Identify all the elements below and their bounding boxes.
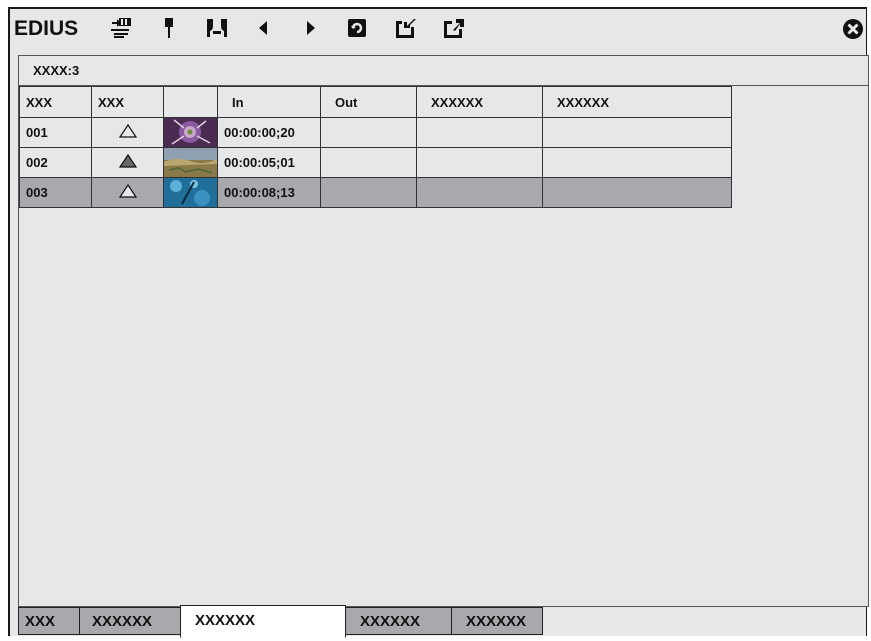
tab-3-active[interactable]: XXXXXX xyxy=(180,605,346,638)
header-row: XXX XXX In Out XXXXXX XXXXXX xyxy=(19,86,732,118)
cell-col5 xyxy=(416,177,543,208)
app-title: EDIUS xyxy=(14,17,79,40)
column-header-out[interactable]: Out xyxy=(320,86,417,118)
row-number: 003 xyxy=(19,177,92,208)
next-marker-icon[interactable] xyxy=(298,15,324,41)
tab-4[interactable]: XXXXXX xyxy=(345,607,452,635)
column-header-number[interactable]: XXX xyxy=(19,86,92,118)
table-row[interactable]: 002 00:00:05;01 xyxy=(19,147,732,178)
out-timecode xyxy=(320,117,417,148)
clip-table: XXX XXX In Out XXXXXX XXXXXX 001 00:00:0… xyxy=(19,86,732,208)
thumbnail xyxy=(163,117,218,148)
import-list-icon[interactable] xyxy=(392,15,418,41)
status-icon xyxy=(91,117,164,148)
previous-marker-icon[interactable] xyxy=(250,15,276,41)
column-header-col6[interactable]: XXXXXX xyxy=(542,86,732,118)
column-header-thumbnail[interactable] xyxy=(163,86,218,118)
thumbnail xyxy=(163,147,218,178)
table-row[interactable]: 001 00:00:00;20 xyxy=(19,117,732,148)
link-markers-icon[interactable] xyxy=(204,15,230,41)
clip-list-grid: XXX XXX In Out XXXXXX XXXXXX 001 00:00:0… xyxy=(18,86,869,607)
row-number: 002 xyxy=(19,147,92,178)
column-header-status[interactable]: XXX xyxy=(91,86,164,118)
column-header-in[interactable]: In xyxy=(217,86,321,118)
status-icon xyxy=(91,147,164,178)
toolbar: EDIUS xyxy=(10,9,866,49)
tab-5[interactable]: XXXXXX xyxy=(451,607,543,635)
out-timecode xyxy=(320,147,417,178)
out-timecode xyxy=(320,177,417,208)
clip-list-label: XXXX:3 xyxy=(33,63,80,78)
close-icon[interactable] xyxy=(842,18,864,40)
tab-2[interactable]: XXXXXX xyxy=(79,607,181,635)
tab-bar: XXX XXXXXX XXXXXX XXXXXX XXXXXX xyxy=(18,605,869,638)
row-number: 001 xyxy=(19,117,92,148)
cell-col6 xyxy=(542,177,732,208)
column-header-col5[interactable]: XXXXXX xyxy=(416,86,543,118)
edius-palette-window: EDIUS XXXX:3 XXX XXX In Out XXXXXX XXXXX… xyxy=(8,7,869,638)
thumbnail xyxy=(163,177,218,208)
status-icon xyxy=(91,177,164,208)
cell-col6 xyxy=(542,117,732,148)
in-timecode: 00:00:08;13 xyxy=(217,177,321,208)
table-row-selected[interactable]: 003 00:00:08;13 xyxy=(19,177,732,208)
export-list-icon[interactable] xyxy=(440,15,466,41)
cell-col5 xyxy=(416,117,543,148)
clip-list-label-bar: XXXX:3 xyxy=(18,55,869,86)
import-clips-icon[interactable] xyxy=(108,15,134,41)
in-timecode: 00:00:00;20 xyxy=(217,117,321,148)
set-marker-icon[interactable] xyxy=(156,15,182,41)
cell-col5 xyxy=(416,147,543,178)
tab-1[interactable]: XXX xyxy=(18,607,80,635)
in-timecode: 00:00:05;01 xyxy=(217,147,321,178)
delete-icon[interactable] xyxy=(344,15,370,41)
cell-col6 xyxy=(542,147,732,178)
